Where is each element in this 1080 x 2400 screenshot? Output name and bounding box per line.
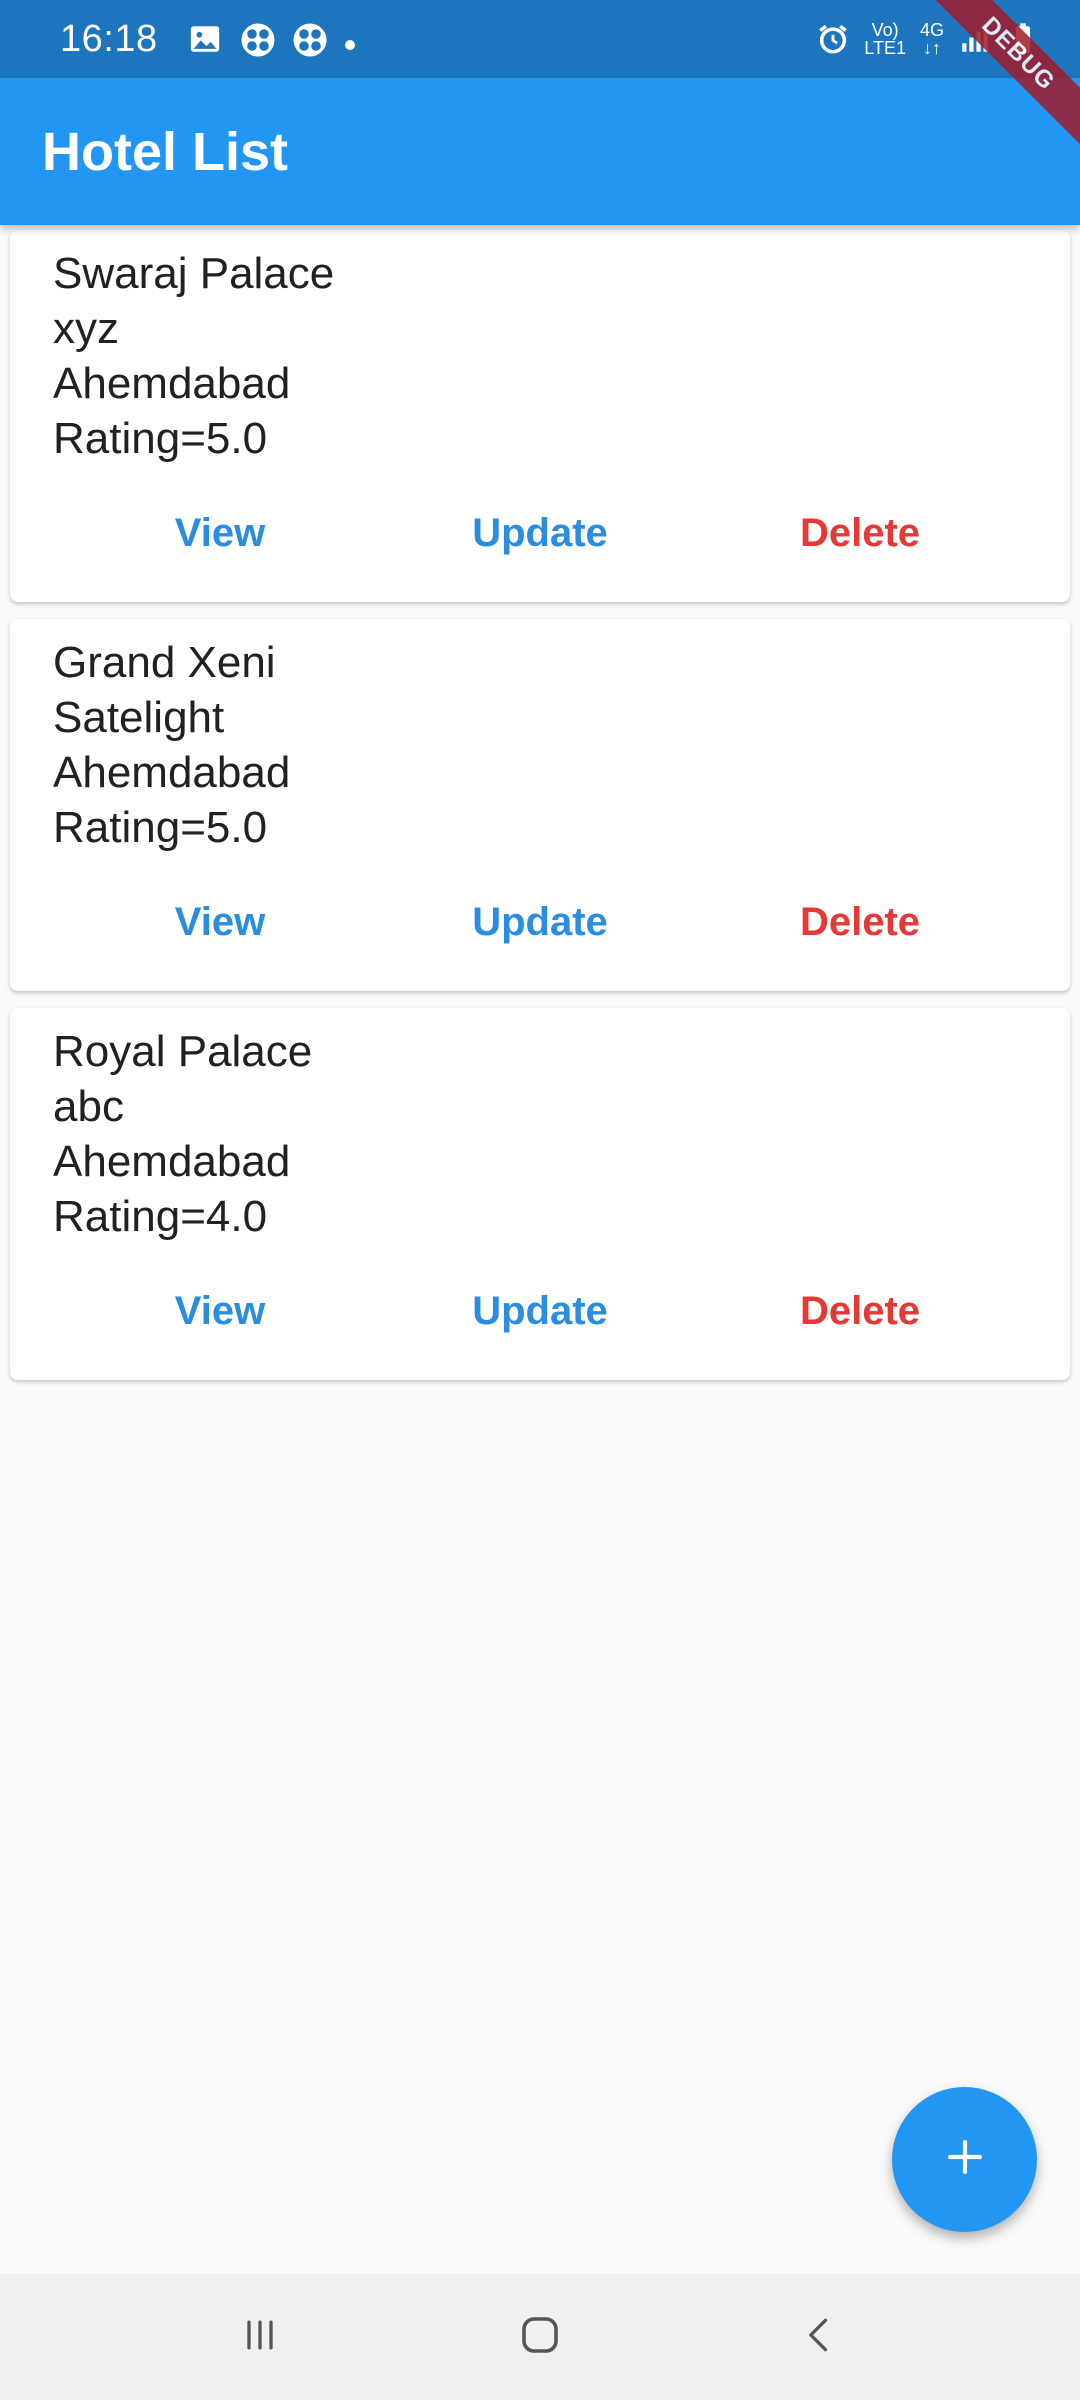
back-button[interactable] [780, 2297, 860, 2377]
image-icon [188, 22, 222, 56]
hotel-card: Grand Xeni Satelight Ahemdabad Rating=5.… [10, 619, 1070, 991]
view-button[interactable]: View [95, 900, 345, 945]
update-button[interactable]: Update [415, 900, 665, 945]
volte-top: Vo) [871, 20, 899, 40]
hotel-city: Ahemdabad [53, 748, 291, 797]
update-button[interactable]: Update [415, 511, 665, 556]
hotel-list: Swaraj Palace xyz Ahemdabad Rating=5.0 V… [10, 230, 1070, 1397]
page-title: Hotel List [42, 121, 289, 182]
home-icon [516, 2311, 564, 2364]
hotel-name: Royal Palace [53, 1027, 313, 1076]
hotel-name: Swaraj Palace [53, 249, 335, 298]
fan-icon [292, 22, 327, 57]
dot-icon [344, 18, 356, 61]
hotel-city: Ahemdabad [53, 359, 291, 408]
app-bar: Hotel List [0, 78, 1080, 225]
view-button[interactable]: View [95, 1289, 345, 1334]
hotel-rating: Rating=4.0 [53, 1192, 268, 1241]
hotel-address: Satelight [53, 693, 225, 742]
hotel-address: abc [53, 1082, 124, 1131]
hotel-city: Ahemdabad [53, 1137, 291, 1186]
fan-icon [240, 22, 275, 57]
hotel-rating: Rating=5.0 [53, 803, 268, 852]
hotel-rating: Rating=5.0 [53, 414, 268, 463]
status-left: 16:18 [60, 18, 356, 61]
hotel-name: Grand Xeni [53, 638, 276, 687]
card-actions: View Update Delete [10, 900, 1070, 945]
status-time: 16:18 [60, 17, 158, 60]
plus-icon [945, 2137, 985, 2182]
net-type: 4G [919, 20, 944, 40]
recents-button[interactable] [220, 2297, 300, 2377]
hotel-card: Royal Palace abc Ahemdabad Rating=4.0 Vi… [10, 1008, 1070, 1380]
view-button[interactable]: View [95, 511, 345, 556]
system-nav-bar [0, 2274, 1080, 2400]
card-actions: View Update Delete [10, 1289, 1070, 1334]
4g-icon: 4G ↓↑ [919, 20, 944, 58]
hotel-card: Swaraj Palace xyz Ahemdabad Rating=5.0 V… [10, 230, 1070, 602]
hotel-address: xyz [53, 304, 119, 353]
volte-icon: Vo) LTE1 [864, 21, 906, 57]
status-bar: 16:18 Vo) LTE1 4G ↓↑ [0, 0, 1080, 78]
delete-button[interactable]: Delete [735, 900, 985, 945]
back-icon [798, 2313, 842, 2362]
home-button[interactable] [500, 2297, 580, 2377]
volte-bottom: LTE1 [864, 38, 906, 58]
alarm-icon [816, 22, 850, 56]
delete-button[interactable]: Delete [735, 511, 985, 556]
recents-icon [238, 2313, 282, 2362]
update-button[interactable]: Update [415, 1289, 665, 1334]
card-actions: View Update Delete [10, 511, 1070, 556]
add-hotel-button[interactable] [892, 2087, 1037, 2232]
delete-button[interactable]: Delete [735, 1289, 985, 1334]
